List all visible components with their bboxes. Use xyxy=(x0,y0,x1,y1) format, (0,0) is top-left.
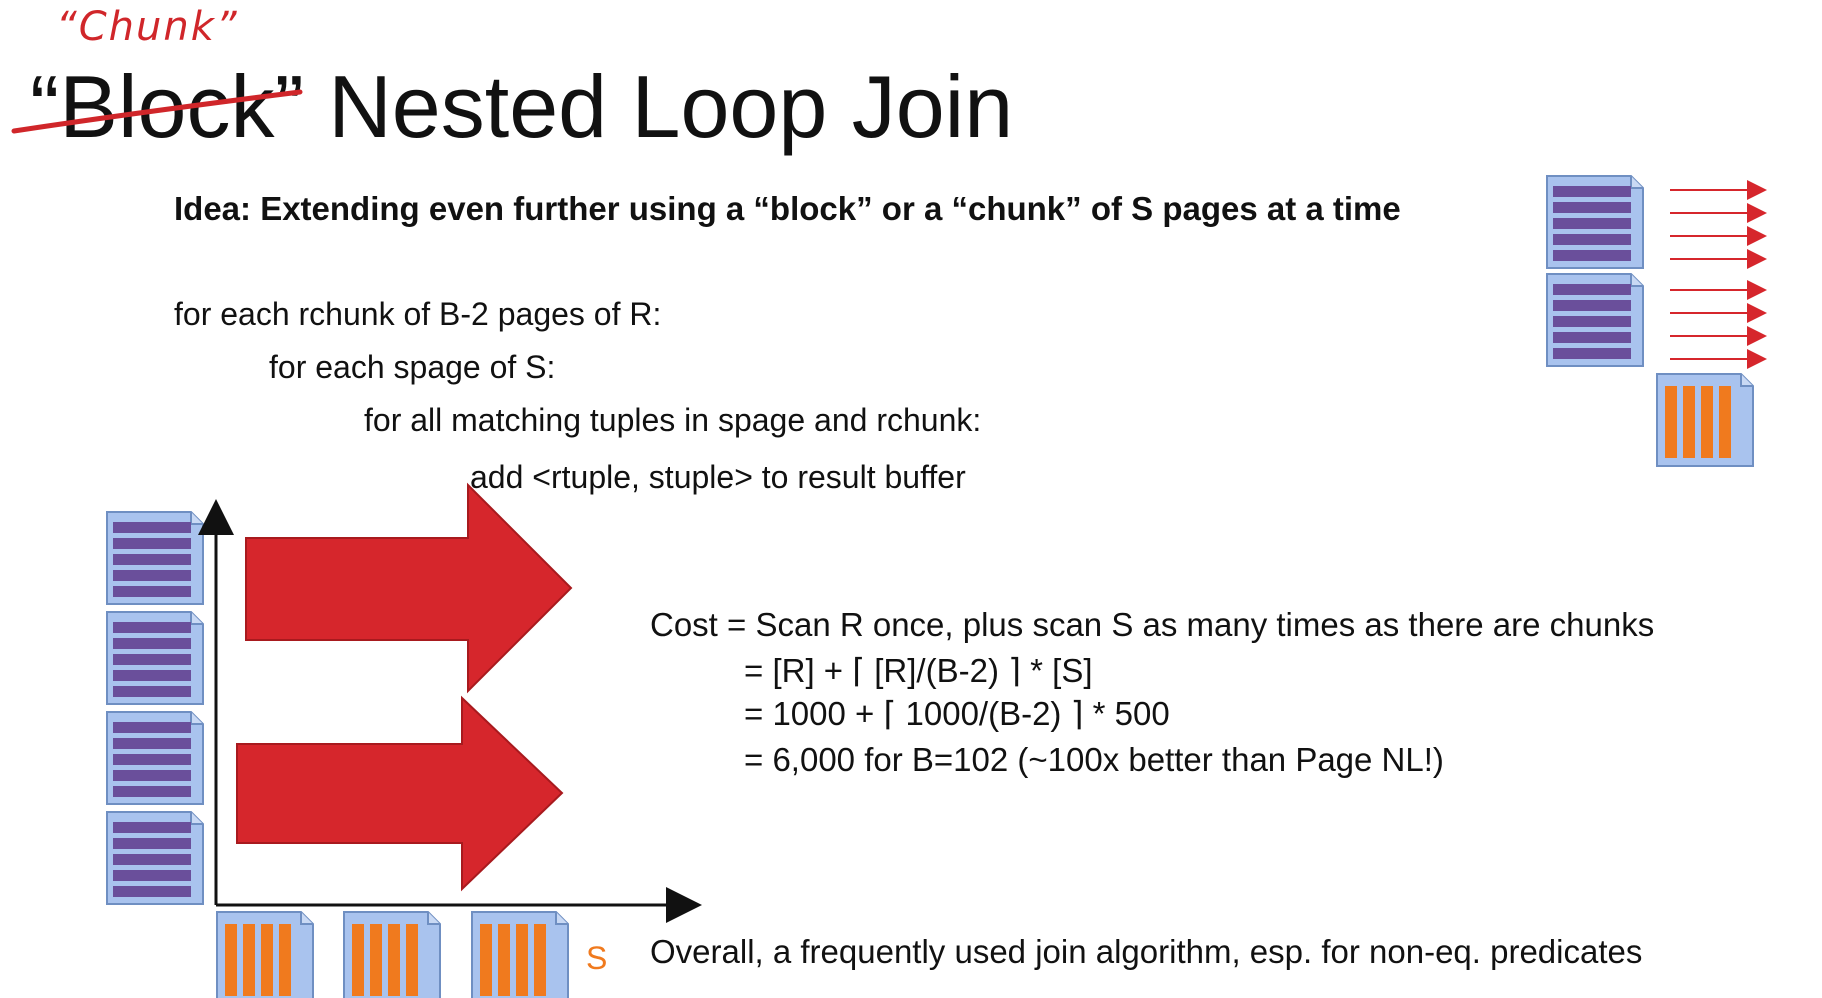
r-page-1-icon xyxy=(106,511,204,605)
spage-top-icon xyxy=(1656,373,1754,467)
s-page-2-icon xyxy=(343,911,441,998)
r-page-2-icon xyxy=(106,611,204,705)
rchunk-page-1-icon xyxy=(1546,175,1644,269)
big-arrow-2 xyxy=(236,695,564,892)
join-diagram xyxy=(106,175,1767,998)
s-page-3-icon xyxy=(471,911,569,998)
s-page-1-icon xyxy=(216,911,314,998)
big-arrow-1 xyxy=(245,482,573,694)
r-page-3-icon xyxy=(106,711,204,805)
rchunk-page-2-icon xyxy=(1546,273,1644,367)
small-arrows xyxy=(1670,180,1767,369)
r-page-4-icon xyxy=(106,811,204,905)
